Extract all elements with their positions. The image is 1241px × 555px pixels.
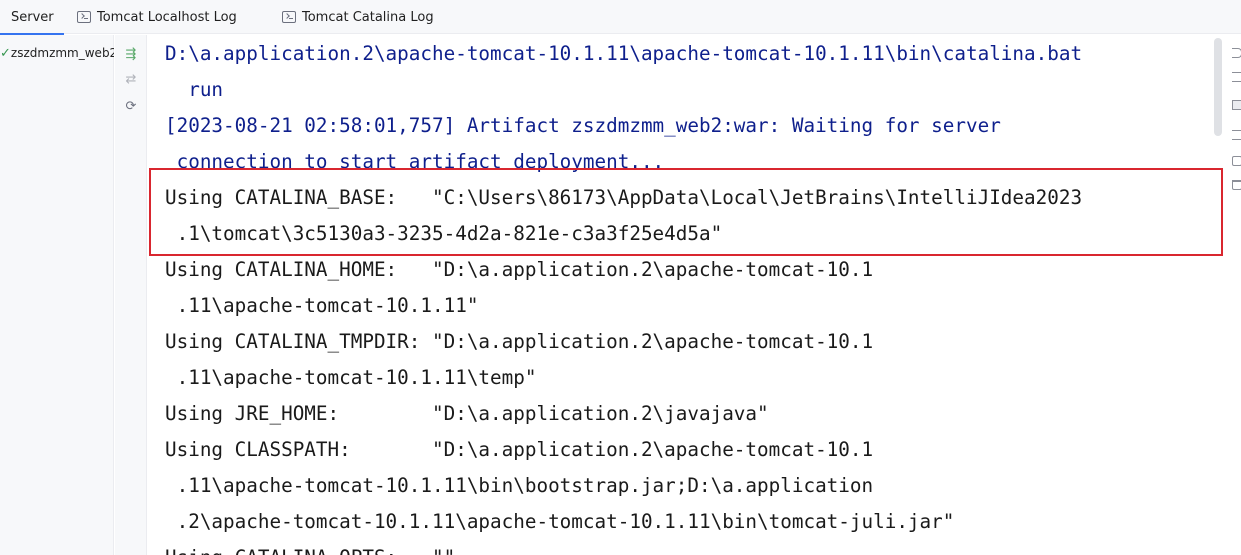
console-line: .2\apache-tomcat-10.1.11\apache-tomcat-1… xyxy=(165,510,955,533)
console-line: Using CLASSPATH: "D:\a.application.2\apa… xyxy=(165,438,874,461)
tree-item-artifact[interactable]: ✓ zszdmzmm_web2:war xyxy=(0,43,114,63)
console-log-icon xyxy=(282,11,296,23)
tab-tomcat-localhost-log-label: Tomcat Localhost Log xyxy=(97,9,237,25)
deployment-tree: ✓ zszdmzmm_web2:war xyxy=(0,35,114,555)
refresh-icon[interactable]: ⟳ xyxy=(122,97,140,115)
console-line: D:\a.application.2\apache-tomcat-10.1.11… xyxy=(165,42,1083,65)
console-line: .1\tomcat\3c5130a3-3235-4d2a-821e-c3a3f2… xyxy=(165,222,723,245)
tab-tomcat-localhost-log[interactable]: Tomcat Localhost Log xyxy=(77,0,237,34)
scroll-to-end-icon[interactable] xyxy=(1232,72,1241,82)
tab-tomcat-catalina-log[interactable]: Tomcat Catalina Log xyxy=(282,0,434,34)
console-gutter xyxy=(1226,35,1241,555)
console-line: Using CATALINA_BASE: "C:\Users\86173\App… xyxy=(165,186,1083,209)
filter-icon[interactable] xyxy=(1232,130,1241,140)
console-line: connection to start artifact deployment.… xyxy=(165,150,665,173)
console-line: run xyxy=(165,78,224,101)
tab-tomcat-catalina-log-label: Tomcat Catalina Log xyxy=(302,9,434,25)
console-line: .11\apache-tomcat-10.1.11\bin\bootstrap.… xyxy=(165,474,874,497)
scroll-to-end-active-icon[interactable] xyxy=(1232,100,1241,110)
console-output[interactable]: D:\a.application.2\apache-tomcat-10.1.11… xyxy=(148,35,1226,555)
soft-wrap-icon[interactable] xyxy=(1232,48,1241,58)
console-line: .11\apache-tomcat-10.1.11\temp" xyxy=(165,366,537,389)
undeploy-icon[interactable]: ⇄ xyxy=(122,70,140,88)
deployment-actions-toolbar: ⇶ ⇄ ⟳ xyxy=(115,35,147,555)
print-icon[interactable] xyxy=(1232,156,1241,166)
tree-item-label: zszdmzmm_web2:war xyxy=(10,46,114,60)
check-icon: ✓ xyxy=(0,45,11,61)
console-line: Using CATALINA_TMPDIR: "D:\a.application… xyxy=(165,330,874,353)
tab-server-label: Server xyxy=(11,9,54,25)
vertical-scrollbar[interactable] xyxy=(1214,38,1222,136)
console-line: Using CATALINA_OPTS: "" xyxy=(165,540,455,555)
console-line: Using CATALINA_HOME: "D:\a.application.2… xyxy=(165,258,874,281)
console-line: .11\apache-tomcat-10.1.11" xyxy=(165,294,479,317)
console-line: [2023-08-21 02:58:01,757] Artifact zszdm… xyxy=(165,114,1001,137)
console-line: Using JRE_HOME: "D:\a.application.2\java… xyxy=(165,402,769,425)
deploy-icon[interactable]: ⇶ xyxy=(122,45,140,63)
tool-window-tabbar: Server Tomcat Localhost Log Tomcat Catal… xyxy=(0,0,1241,35)
clear-all-icon[interactable] xyxy=(1232,180,1241,190)
tab-server[interactable]: Server xyxy=(0,0,64,35)
console-log-icon xyxy=(77,11,91,23)
